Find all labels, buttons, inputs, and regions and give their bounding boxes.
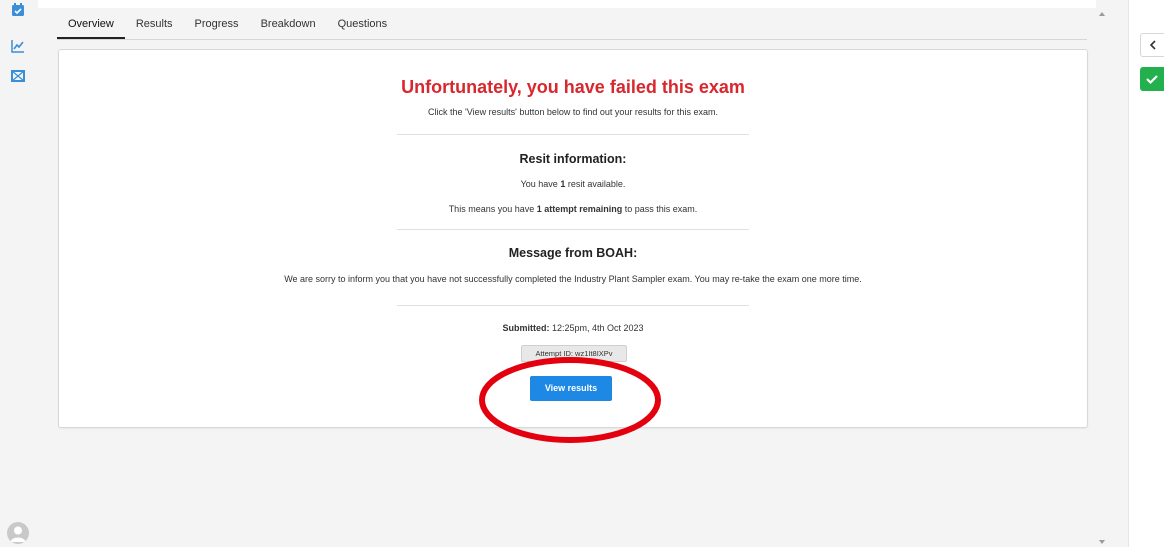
tab-progress[interactable]: Progress <box>184 10 250 38</box>
header-strip <box>38 0 1096 8</box>
submitted-text: Submitted: 12:25pm, 4th Oct 2023 <box>59 323 1087 333</box>
resit-count-pre: You have <box>520 179 561 189</box>
exam-result-card: Unfortunately, you have failed this exam… <box>58 49 1088 428</box>
resit-count-text: You have 1 resit available. <box>59 179 1087 189</box>
resit-count-post: resit available. <box>565 179 626 189</box>
divider <box>397 134 749 135</box>
calendar-check-icon[interactable] <box>10 2 26 18</box>
attempts-post: to pass this exam. <box>622 204 698 214</box>
attempts-pre: This means you have <box>448 204 537 214</box>
result-title: Unfortunately, you have failed this exam <box>401 77 745 97</box>
result-subtitle: Click the 'View results' button below to… <box>428 107 718 117</box>
collapse-panel-button[interactable] <box>1140 33 1164 57</box>
user-avatar-icon[interactable] <box>7 522 29 544</box>
attempts-value: 1 attempt remaining <box>536 204 623 214</box>
attempt-id-badge: Attempt ID: wz1It8IXPv <box>521 345 627 362</box>
complete-check-button[interactable] <box>1140 67 1164 91</box>
attempts-remaining-text: This means you have 1 attempt remaining … <box>59 204 1087 214</box>
chevron-left-icon <box>1149 40 1156 50</box>
submitted-label: Submitted: <box>502 323 550 333</box>
message-heading: Message from BOAH: <box>508 246 638 260</box>
message-body: We are sorry to inform you that you have… <box>284 274 862 284</box>
tab-results[interactable]: Results <box>125 10 184 38</box>
check-icon <box>1146 75 1158 85</box>
view-results-button[interactable]: View results <box>530 376 612 401</box>
chart-line-icon[interactable] <box>10 38 26 54</box>
image-frame-icon[interactable] <box>10 68 26 84</box>
divider <box>397 229 749 230</box>
left-icon-rail <box>0 0 38 547</box>
scroll-down-arrow-icon[interactable] <box>1099 540 1105 544</box>
scrollbar[interactable] <box>1096 0 1108 547</box>
scroll-up-arrow-icon[interactable] <box>1099 12 1105 16</box>
exam-tabs: Overview Results Progress Breakdown Ques… <box>57 10 1087 40</box>
tab-questions[interactable]: Questions <box>327 10 399 38</box>
divider <box>397 305 749 306</box>
submitted-value: 12:25pm, 4th Oct 2023 <box>549 323 644 333</box>
tab-breakdown[interactable]: Breakdown <box>250 10 327 38</box>
tab-overview[interactable]: Overview <box>57 10 125 39</box>
resit-heading: Resit information: <box>519 152 627 166</box>
